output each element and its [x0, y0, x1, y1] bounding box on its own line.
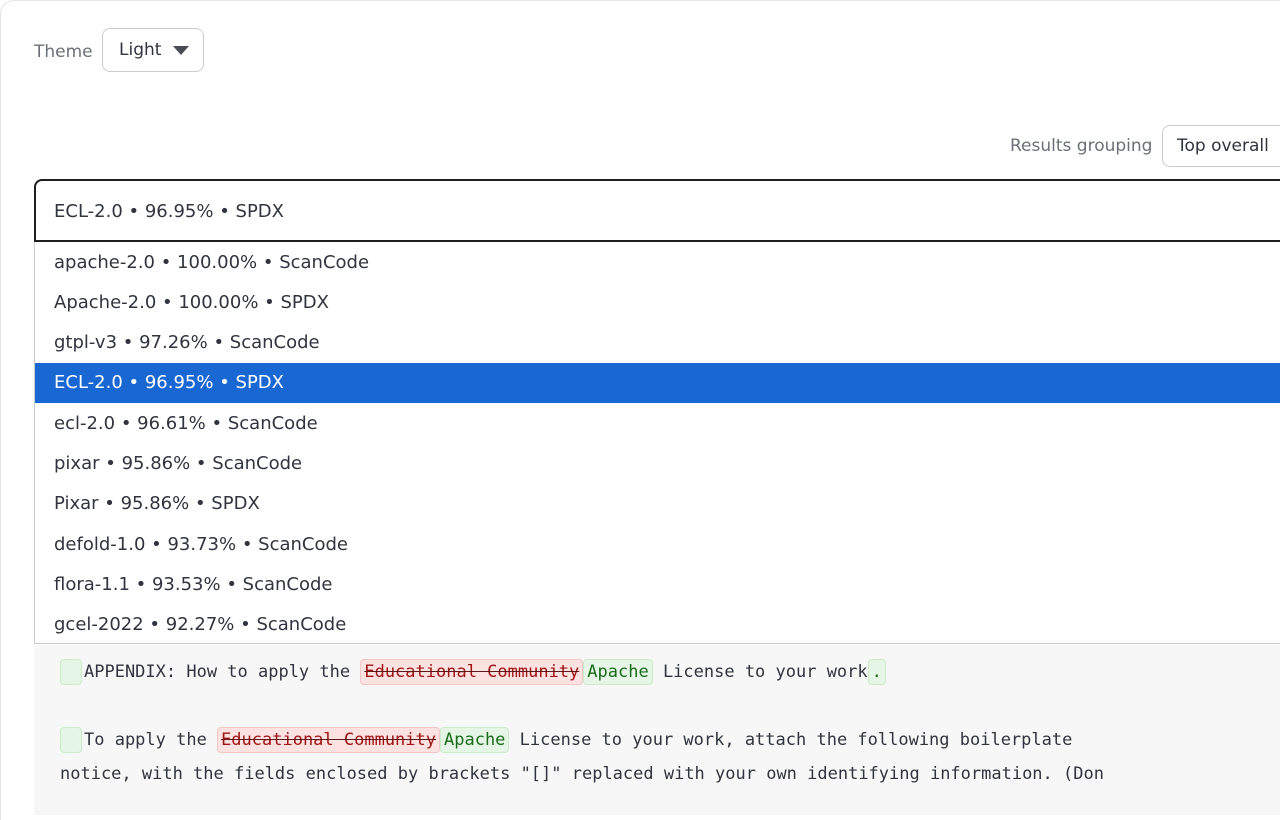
- results-grouping-value: Top overall: [1177, 136, 1269, 156]
- dropdown-option[interactable]: gcel-2022 • 92.27% • ScanCode: [35, 605, 1280, 643]
- dropdown-option[interactable]: Apache-2.0 • 100.00% • SPDX: [35, 283, 1280, 323]
- diff-text: License to your work: [652, 662, 868, 682]
- results-grouping-select[interactable]: Top overall: [1162, 125, 1280, 167]
- diff-line: APPENDIX: How to apply the Educational C…: [60, 657, 886, 687]
- diff-insert-marker: [60, 727, 82, 753]
- theme-select[interactable]: Light: [102, 28, 204, 72]
- dropdown-option[interactable]: apache-2.0 • 100.00% • ScanCode: [35, 243, 1280, 283]
- license-match-current-value: ECL-2.0 • 96.95% • SPDX: [54, 201, 285, 222]
- dropdown-option[interactable]: flora-1.1 • 93.53% • ScanCode: [35, 565, 1280, 605]
- diff-text: To apply the: [84, 730, 218, 750]
- license-diff-view: APPENDIX: How to apply the Educational C…: [34, 645, 1280, 815]
- dropdown-option[interactable]: ecl-2.0 • 96.61% • ScanCode: [35, 404, 1280, 444]
- chevron-down-icon: [173, 46, 189, 55]
- diff-deleted-text: Educational Community: [360, 659, 584, 685]
- diff-text: License to your work, attach the followi…: [509, 730, 1073, 750]
- dropdown-option[interactable]: defold-1.0 • 93.73% • ScanCode: [35, 525, 1280, 565]
- dropdown-option[interactable]: Pixar • 95.86% • SPDX: [35, 484, 1280, 524]
- diff-inserted-text: Apache: [583, 659, 653, 685]
- diff-inserted-text: Apache: [440, 727, 510, 753]
- dropdown-option-selected[interactable]: ECL-2.0 • 96.95% • SPDX: [35, 363, 1280, 403]
- diff-deleted-text: Educational Community: [217, 727, 440, 753]
- theme-label: Theme: [34, 42, 93, 62]
- diff-text: APPENDIX: How to apply the: [84, 662, 361, 682]
- results-grouping-label: Results grouping: [1010, 136, 1153, 156]
- license-match-dropdown-list: apache-2.0 • 100.00% • ScanCode Apache-2…: [34, 242, 1280, 644]
- diff-inserted-text: .: [867, 659, 886, 685]
- diff-insert-marker: [60, 659, 82, 685]
- diff-line: notice, with the fields enclosed by brac…: [60, 759, 1104, 789]
- diff-line: To apply the Educational Community Apache…: [60, 725, 1072, 755]
- license-match-combobox[interactable]: ECL-2.0 • 96.95% • SPDX: [34, 179, 1280, 242]
- dropdown-option[interactable]: pixar • 95.86% • ScanCode: [35, 444, 1280, 484]
- dropdown-option[interactable]: gtpl-v3 • 97.26% • ScanCode: [35, 323, 1280, 363]
- diff-text: notice, with the fields enclosed by brac…: [60, 764, 1104, 784]
- theme-select-value: Light: [119, 40, 162, 60]
